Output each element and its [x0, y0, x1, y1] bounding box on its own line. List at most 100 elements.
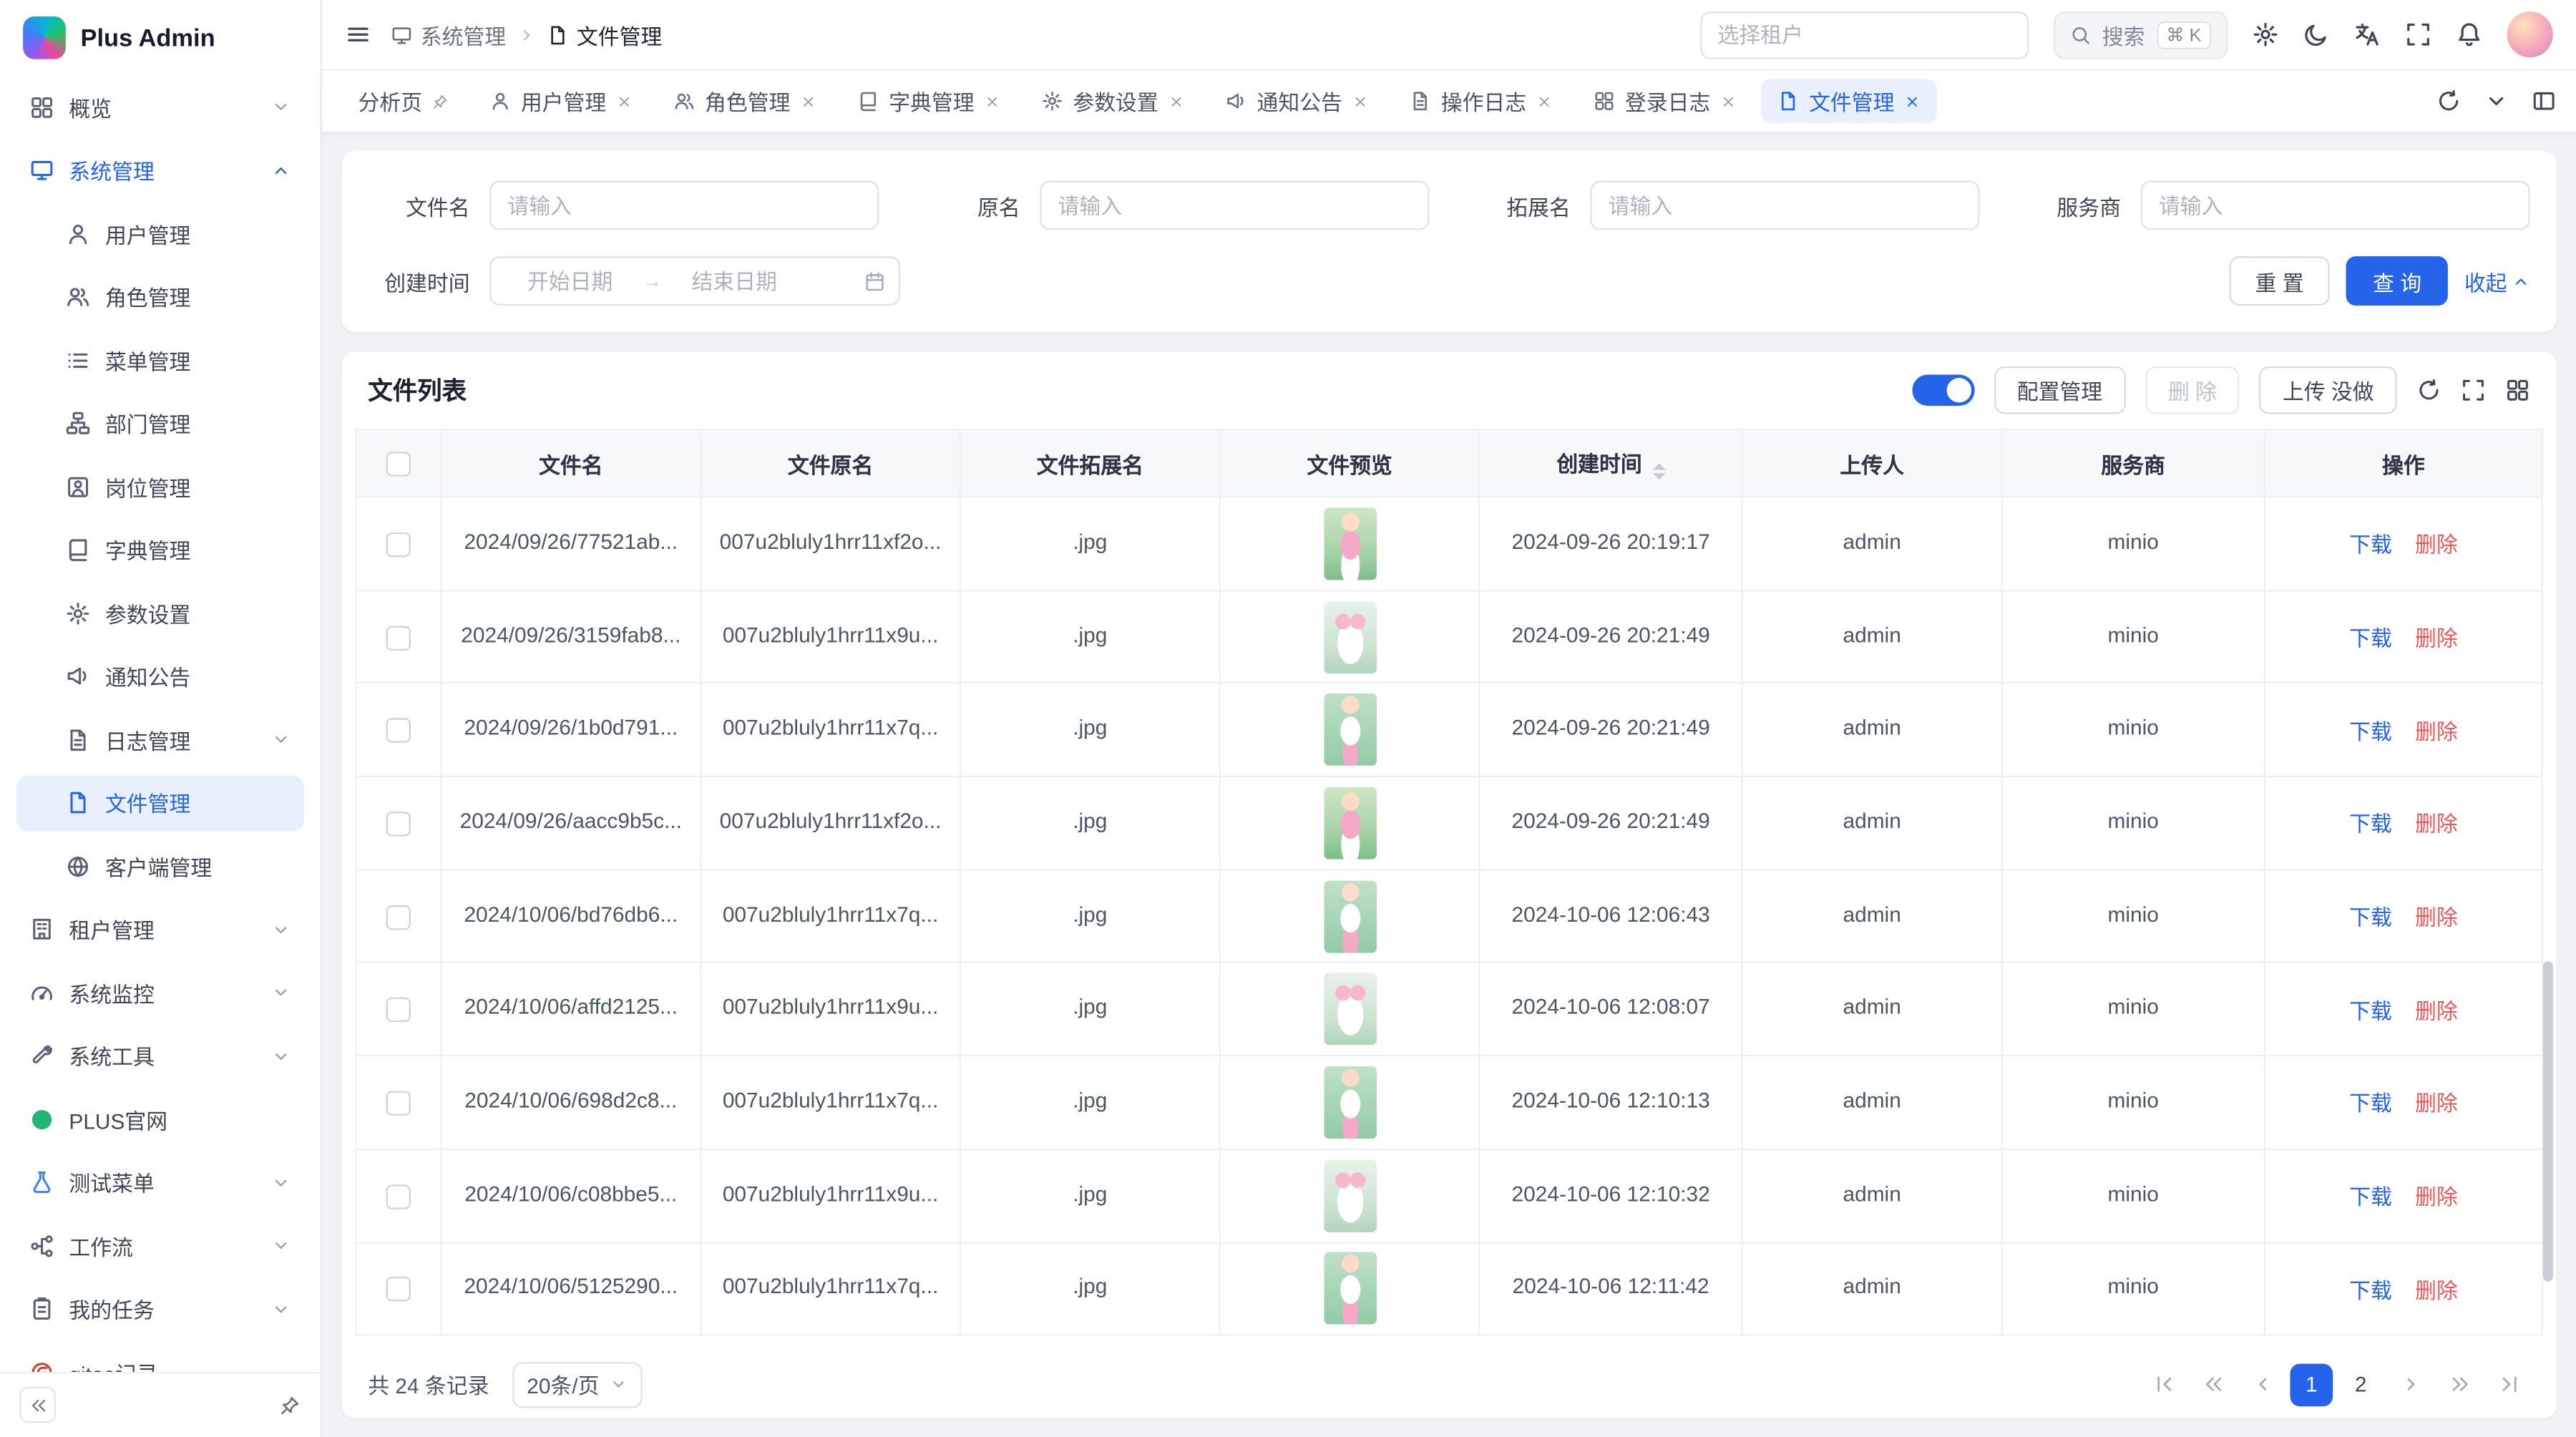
close-icon[interactable] — [984, 93, 1000, 109]
breadcrumb-item-file[interactable]: 文件管理 — [547, 19, 663, 50]
delete-link[interactable]: 删除 — [2415, 626, 2458, 651]
prev-page-button[interactable] — [2241, 1363, 2284, 1406]
translate-icon[interactable] — [2354, 21, 2381, 48]
tenant-select[interactable] — [1699, 11, 2028, 59]
close-icon[interactable] — [1720, 93, 1737, 109]
global-search[interactable]: 搜索 ⌘ K — [2053, 11, 2228, 59]
file-preview-image[interactable] — [1323, 787, 1375, 859]
row-checkbox[interactable] — [386, 1184, 411, 1209]
last-page-button[interactable] — [2487, 1363, 2530, 1406]
delete-link[interactable]: 删除 — [2415, 719, 2458, 744]
page-button-1[interactable]: 1 — [2290, 1363, 2333, 1406]
file-preview-image[interactable] — [1323, 1252, 1375, 1325]
fullscreen-icon[interactable] — [2405, 21, 2431, 48]
row-checkbox[interactable] — [386, 625, 411, 650]
tab-file[interactable]: 文件管理 — [1761, 79, 1937, 123]
download-link[interactable]: 下载 — [2349, 812, 2392, 837]
next-page-button[interactable] — [2389, 1363, 2431, 1406]
dark-mode-moon-icon[interactable] — [2303, 21, 2330, 48]
sidebar-item-globe[interactable]: PLUS官网 — [16, 1091, 304, 1146]
fullscreen-icon[interactable] — [2461, 378, 2485, 402]
menu-toggle-icon[interactable] — [345, 21, 371, 48]
file-preview-image[interactable] — [1323, 693, 1375, 766]
delete-link[interactable]: 删除 — [2415, 1092, 2458, 1116]
tab-menu-chevron-down-icon[interactable] — [2484, 89, 2508, 113]
search-button[interactable]: 查 询 — [2346, 256, 2447, 306]
close-icon[interactable] — [800, 93, 816, 109]
sidebar-item-building[interactable]: 租户管理 — [16, 901, 304, 957]
close-icon[interactable] — [616, 93, 633, 109]
sidebar-item-file[interactable]: 文件管理 — [16, 775, 304, 831]
row-checkbox[interactable] — [386, 1091, 411, 1115]
date-range-picker[interactable]: → — [489, 256, 900, 306]
upload-button[interactable]: 上传 没做 — [2260, 366, 2397, 414]
row-checkbox[interactable] — [386, 1277, 411, 1302]
sidebar-item-people[interactable]: 角色管理 — [16, 268, 304, 324]
delete-link[interactable]: 删除 — [2415, 1278, 2458, 1302]
tab-doc[interactable]: 操作日志 — [1393, 79, 1569, 123]
close-icon[interactable] — [1904, 93, 1921, 109]
sort-carets[interactable] — [1652, 463, 1665, 480]
row-checkbox[interactable] — [386, 905, 411, 929]
config-manage-button[interactable]: 配置管理 — [1994, 366, 2126, 414]
download-link[interactable]: 下载 — [2349, 626, 2392, 651]
download-link[interactable]: 下载 — [2349, 1092, 2392, 1116]
file-preview-image[interactable] — [1323, 1159, 1375, 1232]
row-checkbox[interactable] — [386, 998, 411, 1022]
sidebar-item-clipboard[interactable]: 我的任务 — [16, 1281, 304, 1337]
panel-toggle-icon[interactable] — [2532, 89, 2556, 113]
pin-icon[interactable] — [279, 1394, 301, 1416]
delete-link[interactable]: 删除 — [2415, 1185, 2458, 1209]
delete-link[interactable]: 删除 — [2415, 998, 2458, 1023]
close-icon[interactable] — [1536, 93, 1553, 109]
end-date-input[interactable] — [668, 268, 800, 293]
sidebar-item-gear[interactable]: 参数设置 — [16, 585, 304, 640]
sidebar-item-book[interactable]: 字典管理 — [16, 522, 304, 578]
delete-link[interactable]: 删除 — [2415, 533, 2458, 557]
sidebar-item-client[interactable]: 客户端管理 — [16, 838, 304, 894]
first-page-button[interactable] — [2142, 1363, 2185, 1406]
settings-gear-icon[interactable] — [2253, 21, 2279, 48]
download-link[interactable]: 下载 — [2349, 1278, 2392, 1302]
tab-megaphone[interactable]: 通知公告 — [1209, 79, 1385, 123]
sidebar-item-flask[interactable]: 测试菜单 — [16, 1154, 304, 1210]
row-checkbox[interactable] — [386, 812, 411, 836]
download-link[interactable]: 下载 — [2349, 533, 2392, 557]
tab-grid[interactable]: 登录日志 — [1577, 79, 1753, 123]
row-checkbox[interactable] — [386, 718, 411, 743]
refresh-icon[interactable] — [2436, 89, 2461, 113]
page-size-select[interactable]: 20条/页 — [512, 1361, 643, 1407]
config-toggle[interactable] — [1912, 374, 1974, 406]
file-preview-image[interactable] — [1323, 507, 1375, 580]
file-preview-image[interactable] — [1323, 880, 1375, 953]
file-name-input[interactable] — [489, 181, 879, 230]
user-avatar[interactable] — [2507, 11, 2553, 57]
tab-book[interactable]: 字典管理 — [841, 79, 1018, 123]
sidebar-item-flow[interactable]: 工作流 — [16, 1217, 304, 1273]
select-all-checkbox[interactable] — [386, 452, 411, 476]
delete-button[interactable]: 删 除 — [2145, 366, 2240, 414]
download-link[interactable]: 下载 — [2349, 1185, 2392, 1209]
notification-bell-icon[interactable] — [2456, 21, 2482, 48]
sidebar-item-tree[interactable]: 部门管理 — [16, 395, 304, 451]
pin-icon[interactable] — [432, 93, 449, 109]
file-preview-image[interactable] — [1323, 973, 1375, 1046]
page-button-2[interactable]: 2 — [2339, 1363, 2382, 1406]
tab-people[interactable]: 角色管理 — [657, 79, 833, 123]
sidebar-item-monitor[interactable]: 系统管理 — [16, 142, 304, 198]
collapse-filter-link[interactable]: 收起 — [2464, 266, 2530, 297]
jump-back-button[interactable] — [2192, 1363, 2235, 1406]
provider-input[interactable] — [2141, 181, 2530, 230]
start-date-input[interactable] — [504, 268, 636, 293]
sidebar-collapse-button[interactable] — [20, 1387, 57, 1423]
sidebar-item-doc[interactable]: 日志管理 — [16, 711, 304, 767]
breadcrumb-item-system[interactable]: 系统管理 — [391, 19, 506, 50]
refresh-icon[interactable] — [2416, 378, 2441, 402]
table-scrollbar-thumb[interactable] — [2543, 961, 2553, 1282]
sidebar-item-megaphone[interactable]: 通知公告 — [16, 648, 304, 704]
file-preview-image[interactable] — [1323, 1066, 1375, 1139]
close-icon[interactable] — [1352, 93, 1369, 109]
download-link[interactable]: 下载 — [2349, 719, 2392, 744]
file-preview-image[interactable] — [1323, 600, 1375, 673]
download-link[interactable]: 下载 — [2349, 905, 2392, 930]
